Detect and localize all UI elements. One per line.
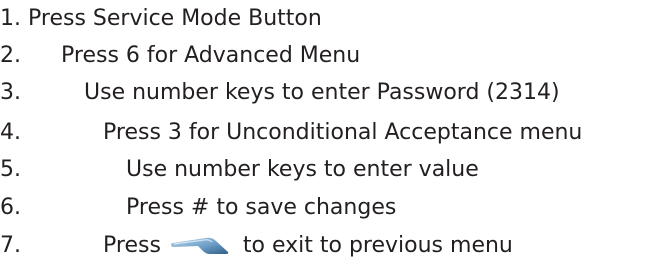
- step-number: 2.: [0, 43, 21, 68]
- step-4: 4. Press 3 for Unconditional Acceptance …: [0, 114, 671, 152]
- step-text: Press 3 for Unconditional Acceptance men…: [103, 120, 583, 145]
- step-7: 7. Press to exit to previous menu: [0, 227, 671, 265]
- step-number: 5.: [0, 157, 21, 182]
- step-6: 6. Press # to save changes: [0, 189, 671, 227]
- step-text-before: Press: [103, 233, 161, 258]
- step-1: 1. Press Service Mode Button: [0, 0, 671, 38]
- step-text: Press # to save changes: [126, 195, 397, 220]
- step-number: 7.: [0, 233, 21, 258]
- step-3: 3. Use number keys to enter Password (23…: [0, 74, 671, 112]
- step-text: Use number keys to enter value: [126, 157, 479, 182]
- step-number: 6.: [0, 195, 21, 220]
- step-2: 2. Press 6 for Advanced Menu: [0, 37, 671, 75]
- step-text-after: to exit to previous menu: [242, 233, 513, 258]
- step-number: 3.: [0, 80, 21, 105]
- step-number: 4.: [0, 120, 21, 145]
- step-number: 1.: [0, 6, 21, 31]
- step-1-line: 1. Press Service Mode Button: [0, 0, 322, 38]
- step-text: Press 6 for Advanced Menu: [61, 43, 361, 68]
- step-text: Press Service Mode Button: [28, 6, 322, 31]
- instruction-list: 1. Press Service Mode Button 2. Press 6 …: [0, 0, 671, 267]
- step-5: 5. Use number keys to enter value: [0, 151, 671, 189]
- step-text: Use number keys to enter Password (2314): [84, 80, 560, 105]
- step-text: Press to exit to previous menu: [103, 227, 513, 265]
- escape-key-icon: [170, 237, 229, 254]
